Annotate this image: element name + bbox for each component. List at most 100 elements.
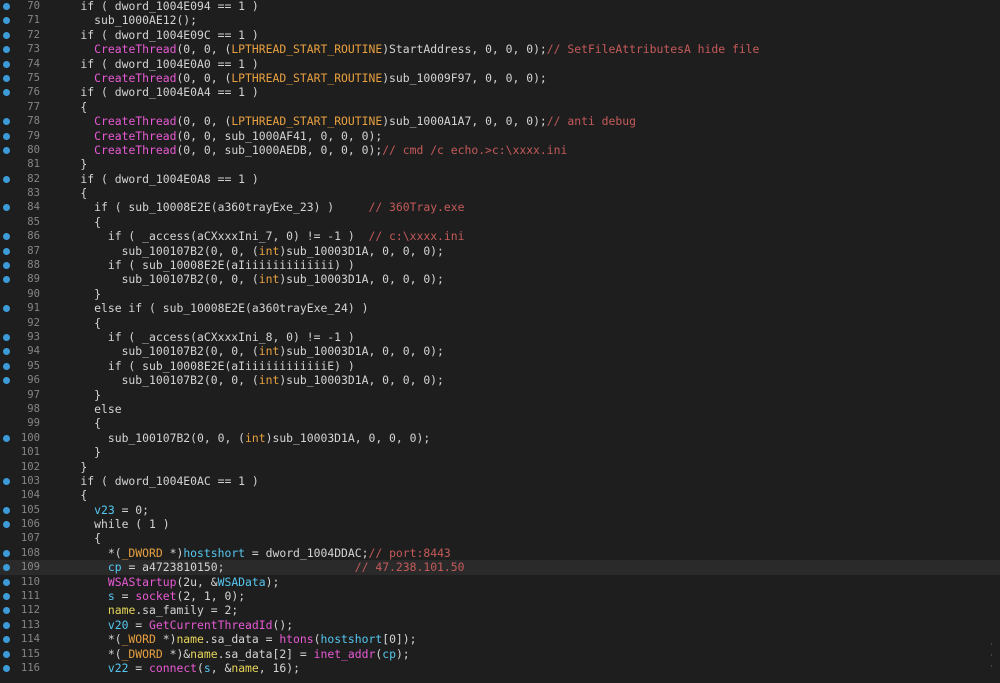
code-line[interactable]: 87 sub_100107B2(0, 0, (int)sub_10003D1A,… bbox=[0, 244, 1000, 258]
code-line[interactable]: 75 CreateThread(0, 0, (LPTHREAD_START_RO… bbox=[0, 71, 1000, 85]
code-text: if ( dword_1004E094 == 1 ) bbox=[80, 0, 259, 13]
code-text: while ( 1 ) bbox=[53, 517, 170, 532]
breakpoint-dot-icon[interactable] bbox=[3, 31, 10, 39]
code-text: } bbox=[53, 286, 102, 301]
line-number: 110 bbox=[20, 575, 40, 588]
breakpoint-dot-icon[interactable] bbox=[3, 564, 10, 572]
breakpoint-dot-icon[interactable] bbox=[3, 477, 10, 485]
code-line[interactable]: 106 while ( 1 ) bbox=[0, 517, 1000, 531]
code-line[interactable]: 80 CreateThread(0, 0, sub_1000AEDB, 0, 0… bbox=[0, 143, 1000, 157]
code-line[interactable]: 95 if ( sub_10008E2E(aIiiiiiiiiiiiiE) ) bbox=[0, 359, 1000, 373]
breakpoint-dot-icon[interactable] bbox=[3, 362, 10, 370]
code-text: } bbox=[53, 445, 102, 460]
breakpoint-dot-icon[interactable] bbox=[3, 521, 10, 529]
code-text: sub_100107B2(0, 0, (int)sub_10003D1A, 0,… bbox=[53, 243, 444, 258]
line-number: 113 bbox=[20, 618, 40, 631]
code-line[interactable]: 88 if ( sub_10008E2E(aIiiiiiiiiiiiii) ) bbox=[0, 258, 1000, 272]
breakpoint-dot-icon[interactable] bbox=[3, 506, 10, 514]
code-line[interactable]: 81 } bbox=[0, 157, 1000, 171]
code-text: CreateThread(0, 0, (LPTHREAD_START_ROUTI… bbox=[94, 70, 547, 85]
breakpoint-dot-icon[interactable] bbox=[3, 3, 10, 10]
code-line[interactable]: 98 else bbox=[0, 402, 1000, 416]
code-line[interactable]: 97 } bbox=[0, 388, 1000, 402]
code-text: { bbox=[53, 99, 88, 114]
breakpoint-dot-icon[interactable] bbox=[3, 578, 10, 586]
breakpoint-dot-icon[interactable] bbox=[3, 60, 10, 68]
code-line[interactable]: 105 v23 = 0; bbox=[0, 503, 1000, 517]
code-text: sub_1000AE12(); bbox=[53, 13, 198, 28]
pseudocode-view[interactable]: 70 if ( dword_1004E094 == 1 ) 71 sub_1000… bbox=[0, 0, 1000, 683]
code-line[interactable]: 116 v22 = connect(s, &name, 16); bbox=[0, 661, 1000, 675]
code-line[interactable]: 86 if ( _access(aCXxxxIni_7, 0) != -1 ) … bbox=[0, 229, 1000, 243]
code-line[interactable]: 72 if ( dword_1004E09C == 1 ) bbox=[0, 28, 1000, 42]
code-line[interactable]: 76 if ( dword_1004E0A4 == 1 ) bbox=[0, 85, 1000, 99]
breakpoint-dot-icon[interactable] bbox=[3, 348, 10, 356]
breakpoint-dot-icon[interactable] bbox=[3, 333, 10, 341]
line-number: 72 bbox=[27, 28, 40, 41]
code-line[interactable]: 78 CreateThread(0, 0, (LPTHREAD_START_RO… bbox=[0, 114, 1000, 128]
breakpoint-dot-icon[interactable] bbox=[3, 89, 10, 97]
breakpoint-dot-icon[interactable] bbox=[3, 247, 10, 255]
breakpoint-dot-icon[interactable] bbox=[3, 17, 10, 25]
breakpoint-dot-icon[interactable] bbox=[3, 132, 10, 140]
code-line[interactable]: 73 CreateThread(0, 0, (LPTHREAD_START_RO… bbox=[0, 42, 1000, 56]
code-line[interactable]: 89 sub_100107B2(0, 0, (int)sub_10003D1A,… bbox=[0, 272, 1000, 286]
line-number: 93 bbox=[27, 330, 40, 343]
line-number: 74 bbox=[27, 57, 40, 70]
breakpoint-dot-icon[interactable] bbox=[3, 262, 10, 270]
code-line[interactable]: 91 else if ( sub_10008E2E(a360trayExe_24… bbox=[0, 301, 1000, 315]
code-line[interactable]: 85 { bbox=[0, 215, 1000, 229]
breakpoint-dot-icon[interactable] bbox=[3, 377, 10, 385]
breakpoint-dot-icon[interactable] bbox=[3, 233, 10, 241]
code-line[interactable]: 90 } bbox=[0, 287, 1000, 301]
code-line[interactable]: 77 { bbox=[0, 100, 1000, 114]
code-line[interactable]: 107 { bbox=[0, 531, 1000, 545]
code-line[interactable]: 93 if ( _access(aCXxxxIni_8, 0) != -1 ) bbox=[0, 330, 1000, 344]
breakpoint-dot-icon[interactable] bbox=[3, 607, 10, 615]
code-text: v22 = connect(s, &name, 16); bbox=[107, 660, 300, 675]
code-line[interactable]: 108 *(_DWORD *)hostshort = dword_1004DDA… bbox=[0, 546, 1000, 560]
code-line[interactable]: 96 sub_100107B2(0, 0, (int)sub_10003D1A,… bbox=[0, 373, 1000, 387]
code-line[interactable]: 109 cp = a4723810150; // 47.238.101.50 bbox=[0, 560, 1000, 575]
breakpoint-dot-icon[interactable] bbox=[3, 621, 10, 629]
breakpoint-dot-icon[interactable] bbox=[3, 74, 10, 82]
breakpoint-dot-icon[interactable] bbox=[3, 549, 10, 557]
breakpoint-dot-icon[interactable] bbox=[3, 46, 10, 54]
code-text: sub_100107B2(0, 0, (int)sub_10003D1A, 0,… bbox=[53, 272, 444, 287]
breakpoint-dot-icon[interactable] bbox=[3, 204, 10, 212]
breakpoint-dot-icon[interactable] bbox=[3, 305, 10, 313]
code-line[interactable]: 79 CreateThread(0, 0, sub_1000AF41, 0, 0… bbox=[0, 129, 1000, 143]
code-line[interactable]: 113 v20 = GetCurrentThreadId(); bbox=[0, 618, 1000, 632]
breakpoint-dot-icon[interactable] bbox=[3, 434, 10, 442]
line-number: 80 bbox=[27, 143, 40, 156]
breakpoint-dot-icon[interactable] bbox=[3, 118, 10, 126]
code-line[interactable]: 111 s = socket(2, 1, 0); bbox=[0, 589, 1000, 603]
code-line[interactable]: 83 { bbox=[0, 186, 1000, 200]
code-line[interactable]: 99 { bbox=[0, 416, 1000, 430]
breakpoint-dot-icon[interactable] bbox=[3, 146, 10, 154]
breakpoint-dot-icon[interactable] bbox=[3, 636, 10, 644]
side-glyph: · bbox=[990, 651, 993, 661]
code-line[interactable]: 70 if ( dword_1004E094 == 1 ) bbox=[0, 0, 1000, 13]
code-line[interactable]: 102 } bbox=[0, 460, 1000, 474]
breakpoint-dot-icon[interactable] bbox=[3, 664, 10, 672]
code-line[interactable]: 82 if ( dword_1004E0A8 == 1 ) bbox=[0, 172, 1000, 186]
code-line[interactable]: 101 } bbox=[0, 445, 1000, 459]
code-line[interactable]: 112 name.sa_family = 2; bbox=[0, 603, 1000, 617]
code-line[interactable]: 103 if ( dword_1004E0AC == 1 ) bbox=[0, 474, 1000, 488]
code-line[interactable]: 71 sub_1000AE12(); bbox=[0, 13, 1000, 27]
code-line[interactable]: 74 if ( dword_1004E0A0 == 1 ) bbox=[0, 57, 1000, 71]
breakpoint-dot-icon[interactable] bbox=[3, 276, 10, 284]
code-line[interactable]: 115 *(_DWORD *)&name.sa_data[2] = inet_a… bbox=[0, 647, 1000, 661]
code-line[interactable]: 110 WSAStartup(2u, &WSAData); bbox=[0, 575, 1000, 589]
code-line[interactable]: 100 sub_100107B2(0, 0, (int)sub_10003D1A… bbox=[0, 431, 1000, 445]
code-line[interactable]: 94 sub_100107B2(0, 0, (int)sub_10003D1A,… bbox=[0, 344, 1000, 358]
code-line[interactable]: 84 if ( sub_10008E2E(a360trayExe_23) ) /… bbox=[0, 200, 1000, 214]
code-line[interactable]: 104 { bbox=[0, 488, 1000, 502]
breakpoint-dot-icon[interactable] bbox=[3, 175, 10, 183]
code-text: v20 = GetCurrentThreadId(); bbox=[107, 617, 294, 632]
breakpoint-dot-icon[interactable] bbox=[3, 650, 10, 658]
breakpoint-dot-icon[interactable] bbox=[3, 593, 10, 601]
code-line[interactable]: 92 { bbox=[0, 316, 1000, 330]
code-line[interactable]: 114 *(_WORD *)name.sa_data = htons(hosts… bbox=[0, 632, 1000, 646]
